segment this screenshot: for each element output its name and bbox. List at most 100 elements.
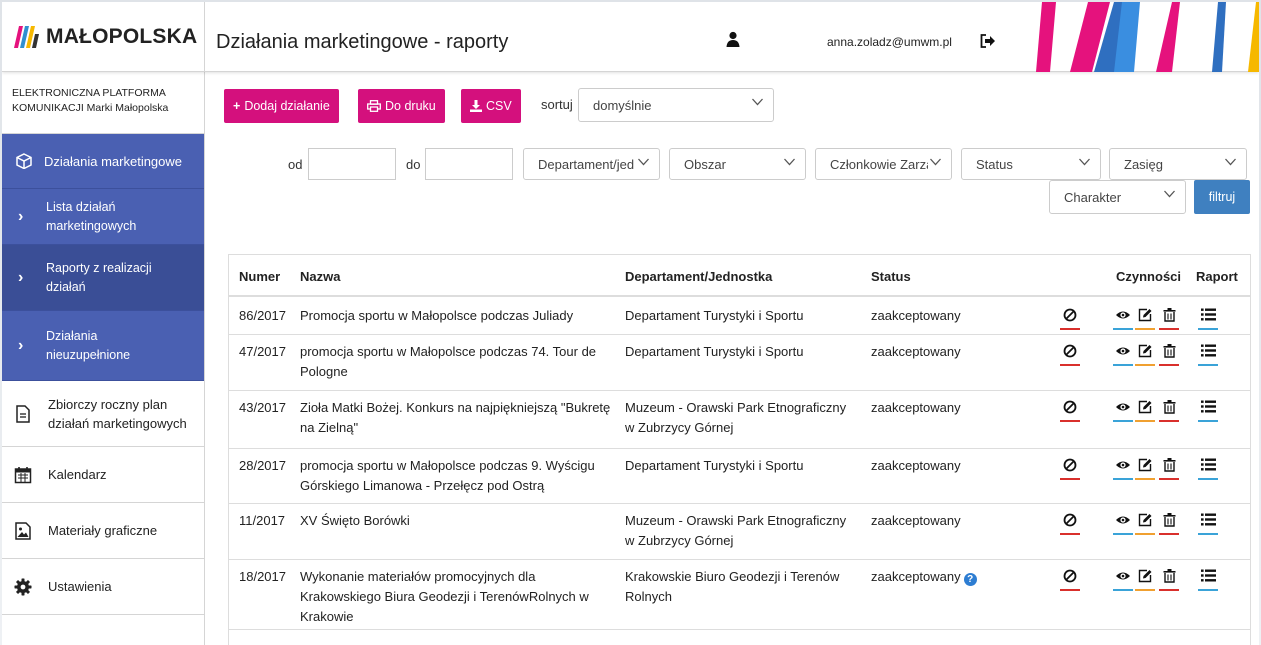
view-button[interactable] (1113, 513, 1133, 535)
row-name: XV Święto Borówki (300, 513, 410, 528)
report-button[interactable] (1198, 458, 1218, 480)
add-action-button[interactable]: + Dodaj działanie (224, 89, 339, 123)
cube-icon (16, 153, 32, 169)
edit-icon (1138, 308, 1152, 322)
logo[interactable]: MAŁOPOLSKA (2, 2, 205, 72)
filter-button[interactable]: filtruj (1194, 180, 1250, 214)
chevron-down-icon (784, 158, 795, 166)
csv-export-button[interactable]: CSV (461, 89, 521, 123)
sidebar: ELEKTRONICZNA PLATFORMA KOMUNIKACJI Mark… (2, 72, 205, 645)
view-button[interactable] (1113, 344, 1133, 366)
row-department: Muzeum - Orawski Park Etnograficzny w Zu… (625, 400, 847, 435)
department-select[interactable]: Departament/jednostka (523, 148, 660, 180)
brand-stripes (1036, 2, 1259, 72)
help-icon[interactable]: ? (963, 573, 977, 586)
platform-title: ELEKTRONICZNA PLATFORMA KOMUNIKACJI Mark… (2, 72, 204, 134)
eye-icon (1116, 347, 1130, 355)
ban-icon (1063, 400, 1077, 414)
delete-button[interactable] (1159, 308, 1179, 330)
sort-select[interactable]: domyślnie (578, 88, 774, 122)
sidebar-item-materialy-graficzne[interactable]: Materiały graficzne (2, 503, 204, 559)
report-button[interactable] (1198, 400, 1218, 422)
block-button[interactable] (1060, 400, 1080, 422)
edit-icon (1138, 458, 1152, 472)
chevron-right-icon: › (18, 208, 24, 225)
view-button[interactable] (1113, 569, 1133, 591)
character-select[interactable]: Charakter (1049, 180, 1186, 214)
status-select[interactable]: Status (961, 148, 1101, 180)
list-icon (1200, 458, 1216, 471)
col-status: Status (871, 269, 911, 284)
malopolska-logo-mark (14, 26, 39, 48)
delete-button[interactable] (1159, 458, 1179, 480)
trash-icon (1163, 513, 1175, 527)
row-department: Departament Turystyki i Sportu (625, 308, 804, 323)
row-number: 11/2017 (239, 513, 286, 528)
logout-icon[interactable] (980, 34, 996, 48)
edit-button[interactable] (1135, 458, 1155, 480)
delete-button[interactable] (1159, 400, 1179, 422)
row-number: 47/2017 (239, 344, 286, 359)
print-button[interactable]: Do druku (358, 89, 445, 123)
chevron-right-icon: › (18, 269, 24, 286)
page-title: Działania marketingowe - raporty (216, 31, 509, 53)
date-to-label: do (406, 157, 421, 172)
view-button[interactable] (1113, 308, 1133, 330)
view-button[interactable] (1113, 400, 1133, 422)
trash-icon (1163, 400, 1175, 414)
block-button[interactable] (1060, 344, 1080, 366)
chevron-down-icon (1225, 158, 1236, 166)
area-select[interactable]: Obszar (669, 148, 806, 180)
edit-button[interactable] (1135, 400, 1155, 422)
row-status: zaakceptowany (871, 344, 961, 359)
edit-button[interactable] (1135, 569, 1155, 591)
report-button[interactable] (1198, 308, 1218, 330)
sidebar-item-lista-dzialan[interactable]: › Lista działań marketingowych (2, 189, 204, 245)
date-to-input[interactable] (425, 148, 513, 180)
edit-button[interactable] (1135, 344, 1155, 366)
sort-label: sortuj (541, 97, 573, 112)
sidebar-item-zbiorczy-plan[interactable]: Zbiorczy roczny plan działań marketingowy… (2, 381, 204, 447)
block-button[interactable] (1060, 513, 1080, 535)
image-icon (15, 521, 31, 540)
report-button[interactable] (1198, 344, 1218, 366)
table-row: 43/2017 Zioła Matki Bożej. Konkurs na na… (229, 391, 1250, 449)
sidebar-item-raporty[interactable]: › Raporty z realizacji działań (2, 245, 204, 311)
row-name: promocja sportu w Małopolsce podczas 9. … (300, 458, 595, 493)
report-button[interactable] (1198, 513, 1218, 535)
table-row: 28/2017 promocja sportu w Małopolsce pod… (229, 449, 1250, 504)
sidebar-item-dzialania-nieuzupelnione[interactable]: › Działania nieuzupełnione (2, 311, 204, 381)
table-row: 11/2017 XV Święto Borówki Muzeum - Oraws… (229, 504, 1250, 560)
calendar-icon (14, 466, 32, 483)
chevron-down-icon (638, 158, 649, 166)
block-button[interactable] (1060, 458, 1080, 480)
edit-icon (1138, 400, 1152, 414)
trash-icon (1163, 458, 1175, 472)
delete-button[interactable] (1159, 569, 1179, 591)
sidebar-item-ustawienia[interactable]: Ustawienia (2, 559, 204, 615)
block-button[interactable] (1060, 308, 1080, 330)
col-name: Nazwa (300, 269, 341, 284)
block-button[interactable] (1060, 569, 1080, 591)
trash-icon (1163, 569, 1175, 583)
scope-select[interactable]: Zasięg (1109, 148, 1247, 180)
delete-button[interactable] (1159, 513, 1179, 535)
chevron-down-icon (930, 158, 941, 166)
date-from-input[interactable] (308, 148, 396, 180)
delete-button[interactable] (1159, 344, 1179, 366)
ban-icon (1063, 513, 1077, 527)
edit-button[interactable] (1135, 308, 1155, 330)
list-icon (1200, 308, 1216, 321)
sidebar-item-kalendarz[interactable]: Kalendarz (2, 447, 204, 503)
view-button[interactable] (1113, 458, 1133, 480)
table-header: Numer Nazwa Departament/Jednostka Status… (229, 255, 1250, 297)
edit-button[interactable] (1135, 513, 1155, 535)
row-department: Krakowskie Biuro Geodezji i Terenów Roln… (625, 569, 840, 604)
table-row: 18/2017 Wykonanie materiałów promocyjnyc… (229, 560, 1250, 630)
sidebar-item-dzialania-marketingowe[interactable]: Działania marketingowe (2, 134, 204, 189)
row-status: zaakceptowany? (871, 567, 977, 587)
plus-icon: + (233, 99, 241, 113)
report-button[interactable] (1198, 569, 1218, 591)
board-members-select[interactable]: Członkowie Zarządu (815, 148, 952, 180)
row-name: Wykonanie materiałów promocyjnych dla Kr… (300, 569, 589, 624)
